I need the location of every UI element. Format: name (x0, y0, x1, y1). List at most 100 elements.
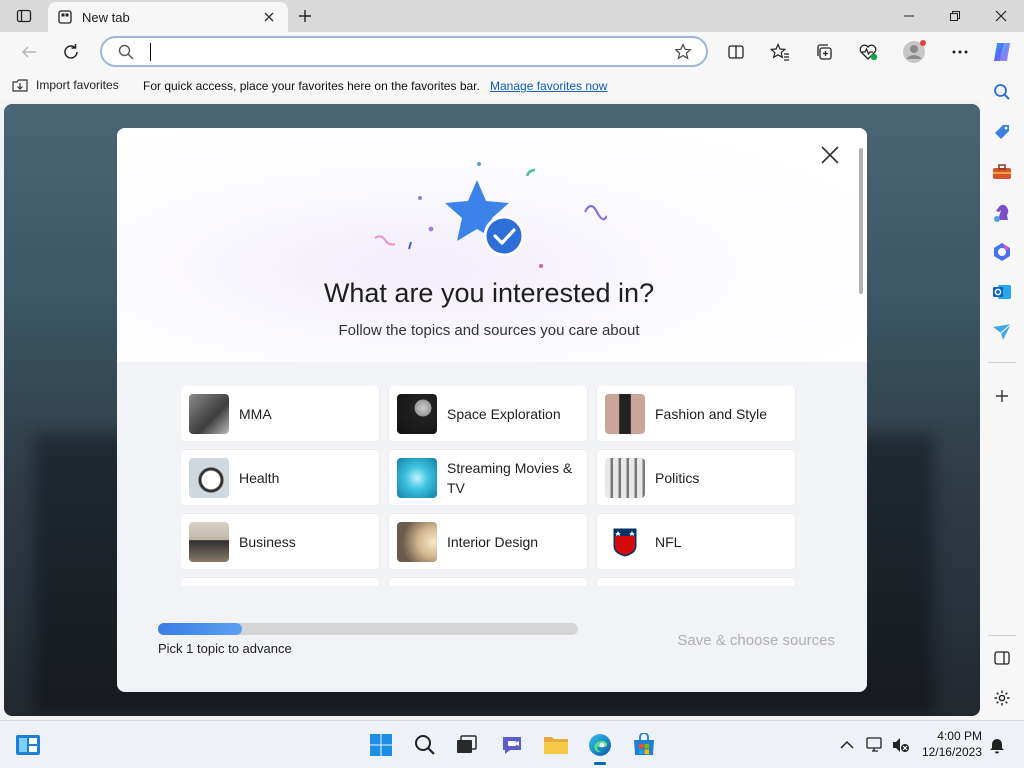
store-button[interactable] (629, 730, 659, 760)
new-tab-button[interactable] (292, 4, 318, 28)
sidebar-add-button[interactable] (990, 384, 1014, 408)
clock-date: 12/16/2023 (921, 745, 982, 759)
start-button[interactable] (366, 730, 396, 760)
sidebar-search-button[interactable] (990, 80, 1014, 104)
more-icon (952, 50, 968, 54)
plus-icon (996, 390, 1008, 402)
shopping-tag-icon (995, 125, 1009, 139)
network-monitor-icon (866, 737, 882, 752)
sidebar-games-button[interactable] (990, 200, 1014, 224)
windows-logo-icon (370, 734, 392, 756)
notifications-button[interactable] (982, 730, 1012, 760)
collections-button[interactable] (810, 38, 838, 66)
taskbar: 4:00 PM 12/16/2023 (0, 720, 1024, 768)
profile-button[interactable] (900, 38, 928, 66)
toolbox-icon (993, 164, 1011, 179)
copilot-button[interactable] (988, 38, 1016, 66)
topic-label: Health (239, 469, 280, 486)
import-favorites-button[interactable]: Import favorites (12, 78, 119, 92)
task-view-button[interactable] (452, 730, 482, 760)
favorites-button[interactable] (766, 38, 794, 66)
tab-new-tab[interactable]: New tab (48, 2, 288, 32)
business-photo-icon (189, 521, 229, 562)
sidebar-settings-button[interactable] (990, 686, 1014, 710)
refresh-icon (64, 44, 78, 59)
favorites-bar-message: For quick access, place your favorites h… (143, 79, 480, 93)
dialog-close-button[interactable] (817, 142, 843, 168)
topic-mma[interactable]: MMA (181, 386, 379, 441)
tab-title: New tab (82, 9, 130, 25)
address-bar[interactable] (100, 36, 708, 67)
search-icon (118, 44, 134, 60)
plus-icon (299, 10, 311, 22)
avatar-icon (903, 40, 926, 63)
topic-nfl[interactable]: NFL (597, 514, 795, 569)
topic-health[interactable]: Health (181, 450, 379, 505)
file-explorer-button[interactable] (541, 730, 571, 760)
tab-actions-button[interactable] (8, 4, 40, 28)
back-button[interactable] (14, 37, 44, 67)
browser-essentials-button[interactable] (854, 38, 882, 66)
teams-chat-button[interactable] (497, 730, 527, 760)
sidebar-tools-button[interactable] (990, 160, 1014, 184)
tab-actions-icon (16, 9, 32, 23)
interior-photo-icon (397, 521, 437, 562)
topic-politics[interactable]: Politics (597, 450, 795, 505)
save-and-choose-sources-button[interactable]: Save & choose sources (637, 628, 853, 652)
folder-icon (544, 737, 568, 754)
topic-label: NFL (655, 533, 682, 550)
settings-more-button[interactable] (946, 38, 974, 66)
topic-label: Streaming Movies & TV (447, 459, 573, 496)
refresh-button[interactable] (56, 37, 86, 67)
task-view-icon (457, 735, 477, 753)
search-icon (415, 735, 435, 755)
interests-dialog: What are you interested in? Follow the t… (117, 128, 867, 692)
restore-button[interactable] (932, 0, 978, 32)
store-icon (634, 733, 654, 755)
widgets-button[interactable] (13, 730, 43, 760)
show-hidden-icons-button[interactable] (832, 730, 862, 760)
manage-favorites-link[interactable]: Manage favorites now (490, 79, 607, 93)
tab-close-button[interactable] (260, 8, 278, 26)
topic-fashion-and-style[interactable]: Fashion and Style (597, 386, 795, 441)
chess-piece-icon (994, 204, 1009, 222)
star-check-illustration (374, 162, 607, 268)
arrow-left-icon (22, 46, 36, 58)
topic-business[interactable]: Business (181, 514, 379, 569)
topic-streaming-movies-tv[interactable]: Streaming Movies & TV (389, 450, 587, 505)
address-input[interactable] (156, 41, 656, 63)
sidebar-outlook-button[interactable] (990, 280, 1014, 304)
topic-label: Space Exploration (447, 405, 561, 422)
minimize-button[interactable] (886, 0, 932, 32)
speaker-muted-icon (893, 738, 909, 752)
search-icon (994, 84, 1010, 100)
sidebar-shopping-button[interactable] (990, 120, 1014, 144)
topic-partial-row[interactable] (389, 578, 587, 586)
search-button[interactable] (410, 730, 440, 760)
topic-partial-row[interactable] (181, 578, 379, 586)
sidebar-drop-button[interactable] (990, 320, 1014, 344)
sidebar-m365-button[interactable] (990, 240, 1014, 264)
mma-photo-icon (189, 393, 229, 434)
topic-label: MMA (239, 405, 272, 422)
copilot-icon (994, 43, 1010, 61)
sidebar-divider (988, 362, 1016, 363)
topic-interior-design[interactable]: Interior Design (389, 514, 587, 569)
sidebar-hide-button[interactable] (990, 646, 1014, 670)
favorite-star-icon[interactable] (674, 43, 692, 61)
topic-label: Politics (655, 469, 700, 486)
topic-partial-row[interactable] (597, 578, 795, 586)
topics-grid: MMA Space Exploration Fashion and Style … (181, 386, 801, 586)
edge-taskbar-button[interactable] (585, 730, 615, 765)
widgets-icon (16, 735, 40, 755)
topic-label: Fashion and Style (655, 405, 768, 422)
system-clock[interactable]: 4:00 PM 12/16/2023 (916, 728, 982, 760)
import-icon (12, 79, 28, 92)
dialog-scrollbar[interactable] (859, 148, 863, 294)
chevron-up-icon (840, 740, 854, 749)
close-window-button[interactable] (978, 0, 1024, 32)
split-screen-button[interactable] (722, 38, 750, 66)
topic-space-exploration[interactable]: Space Exploration (389, 386, 587, 441)
volume-status[interactable] (886, 730, 916, 760)
close-icon (264, 12, 274, 22)
